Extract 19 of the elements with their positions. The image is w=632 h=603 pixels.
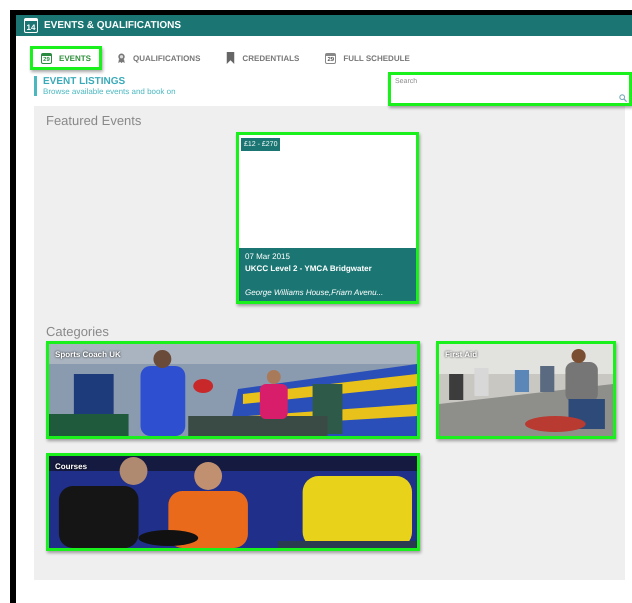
bookmark-icon: [226, 52, 236, 64]
search-icon: [619, 94, 627, 102]
tab[interactable]: QUALIFICATIONS: [106, 46, 212, 70]
category-label: Courses: [55, 462, 88, 471]
section-heading: Featured Events: [46, 113, 142, 128]
section-heading: Categories: [46, 324, 110, 339]
event-date: 07 Mar 2015: [245, 252, 291, 261]
category-tile[interactable]: First Aid: [436, 341, 616, 439]
calendar-icon: 14: [24, 18, 38, 33]
award-icon: [117, 52, 126, 64]
tab[interactable]: CREDENTIALS: [215, 46, 310, 70]
event-title: UKCC Level 2 - YMCA Bridgwater: [245, 264, 373, 273]
section-title: EVENT LISTINGS: [43, 76, 126, 87]
window-title: EVENTS & QUALIFICATIONS: [44, 20, 182, 31]
category-label: First Aid: [445, 350, 478, 359]
section-subtitle: Browse available events and book on: [43, 87, 176, 96]
category-tile[interactable]: Courses: [46, 453, 420, 551]
event-venue: George Williams House,Friarn Avenu...: [245, 288, 384, 297]
category-label: Sports Coach UK: [55, 350, 121, 359]
